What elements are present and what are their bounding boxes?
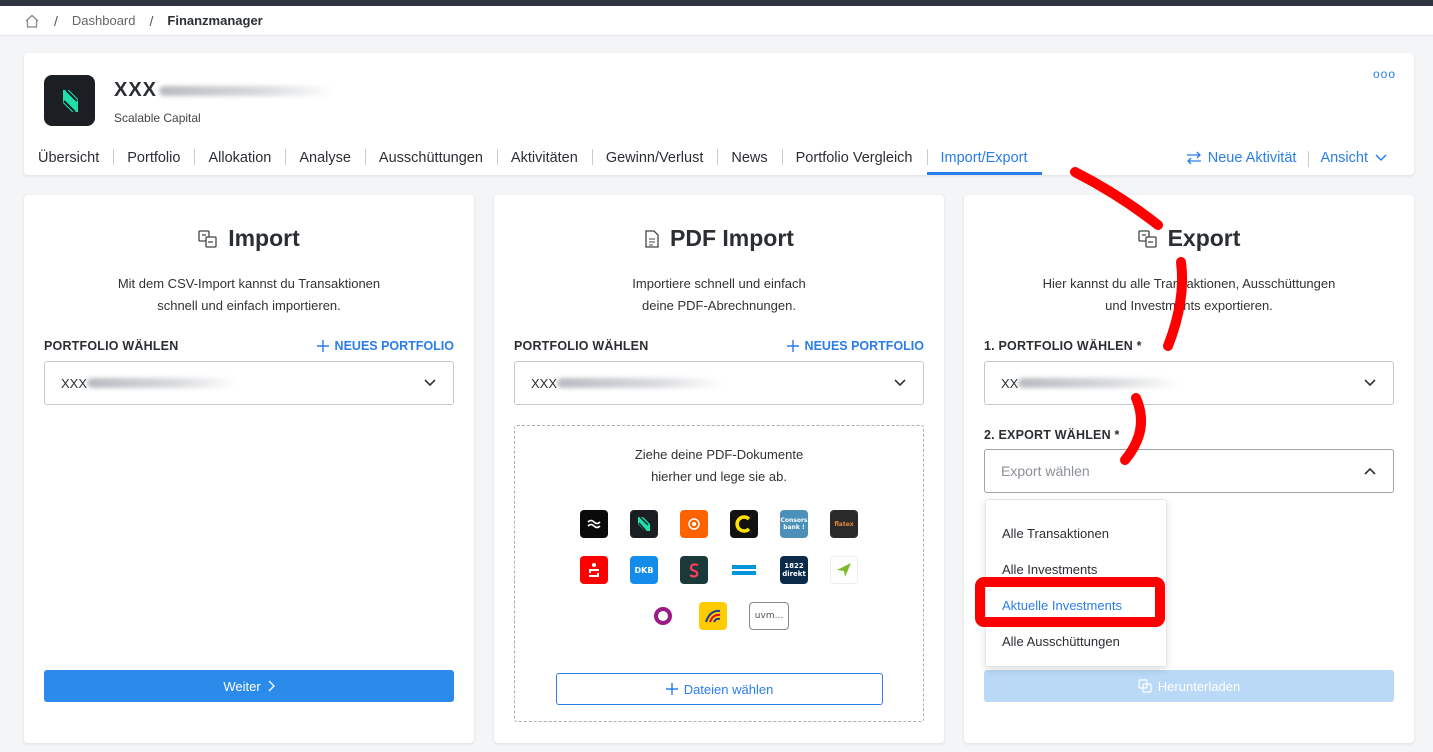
- swap-icon: [1186, 151, 1201, 165]
- export-portfolio-select[interactable]: XX: [984, 361, 1394, 405]
- chevron-up-icon: [1364, 467, 1376, 475]
- view-button[interactable]: Ansicht: [1308, 150, 1400, 167]
- view-label: Ansicht: [1320, 150, 1368, 166]
- export-portfolio-label: 1. PORTFOLIO WÄHLEN *: [984, 339, 1142, 353]
- pdf-portfolio-select[interactable]: XXX: [514, 361, 924, 405]
- redacted-text: [159, 85, 335, 96]
- chevron-down-icon: [894, 379, 906, 387]
- import-panel: Import Mit dem CSV-Import kannst du Tran…: [24, 195, 474, 743]
- smartbroker-icon: [680, 556, 708, 584]
- tab-portfolio-vergleich[interactable]: Portfolio Vergleich: [781, 141, 927, 175]
- scalable-capital-icon: [630, 510, 658, 538]
- consorsbank-icon: Consors bank !: [780, 510, 808, 538]
- scalable-capital-logo: [44, 75, 95, 126]
- flatex-icon: flatex: [830, 510, 858, 538]
- redacted-text: [87, 378, 238, 388]
- chevron-right-icon: [268, 680, 275, 692]
- tab-allokation[interactable]: Allokation: [194, 141, 285, 175]
- broker-logos: Consors bank ! flatex DKB 1822 direkt uv…: [515, 510, 923, 630]
- postbank-icon: [699, 602, 727, 630]
- import-new-portfolio-link[interactable]: NEUES PORTFOLIO: [316, 339, 454, 353]
- weiter-button[interactable]: Weiter: [44, 670, 454, 702]
- export-panel: Export Hier kannst du alle Transaktionen…: [964, 195, 1414, 743]
- export-description: Hier kannst du alle Transaktionen, Aussc…: [1042, 276, 1336, 313]
- tab-news[interactable]: News: [717, 141, 781, 175]
- new-activity-button[interactable]: Neue Aktivität: [1174, 150, 1309, 166]
- import-description: Mit dem CSV-Import kannst du Transaktion…: [117, 276, 381, 313]
- chevron-down-icon: [1375, 154, 1387, 162]
- export-type-label: 2. EXPORT WÄHLEN *: [984, 428, 1120, 442]
- comdirect-icon: [730, 556, 758, 584]
- more-options-button[interactable]: ooo: [1373, 67, 1396, 81]
- tab-portfolio[interactable]: Portfolio: [113, 141, 194, 175]
- dkb-icon: DKB: [630, 556, 658, 584]
- download-button[interactable]: Herunterladen: [984, 670, 1394, 702]
- option-alle-transaktionen[interactable]: Alle Transaktionen: [986, 515, 1166, 551]
- breadcrumb: / Dashboard / Finanzmanager: [0, 6, 1433, 36]
- 1822-direkt-icon: 1822 direkt: [780, 556, 808, 584]
- chevron-down-icon: [1364, 379, 1376, 387]
- import-portfolio-label: PORTFOLIO WÄHLEN: [44, 339, 179, 353]
- tab-gewinn-verlust[interactable]: Gewinn/Verlust: [591, 141, 718, 175]
- pdf-import-title: PDF Import: [494, 225, 944, 252]
- ing-lion-icon: [680, 510, 708, 538]
- plus-icon: [665, 683, 678, 695]
- redacted-text: [557, 378, 723, 388]
- import-portfolio-select[interactable]: XXX: [44, 361, 454, 405]
- plus-icon: [786, 340, 799, 352]
- tab-analyse[interactable]: Analyse: [285, 141, 365, 175]
- chevron-down-icon: [424, 379, 436, 387]
- tab-bar: Übersicht Portfolio Allokation Analyse A…: [24, 141, 1042, 175]
- download-icon: [1138, 679, 1152, 693]
- export-type-select[interactable]: Export wählen: [984, 449, 1394, 493]
- more-brokers-label: uvm...: [749, 602, 789, 630]
- pdf-file-icon: [645, 229, 659, 248]
- tab-aktivitaeten[interactable]: Aktivitäten: [496, 141, 592, 175]
- portfolio-header: XXX Scalable Capital ooo Übersicht Portf…: [24, 53, 1414, 175]
- redacted-text: [1018, 378, 1179, 388]
- option-aktuelle-investments[interactable]: Aktuelle Investments: [986, 587, 1166, 623]
- choose-files-button[interactable]: Dateien wählen: [556, 673, 883, 705]
- import-icon: [198, 229, 217, 248]
- pdf-import-description: Importiere schnell und einfach deine PDF…: [632, 276, 806, 313]
- pdf-portfolio-label: PORTFOLIO WÄHLEN: [514, 339, 649, 353]
- portfolio-broker: Scalable Capital: [114, 111, 201, 125]
- trade-republic-icon: [580, 510, 608, 538]
- tab-import-export[interactable]: Import/Export: [926, 141, 1042, 175]
- tab-ausschuettungen[interactable]: Ausschüttungen: [364, 141, 497, 175]
- pdf-import-panel: PDF Import Importiere schnell und einfac…: [494, 195, 944, 743]
- import-title: Import: [24, 225, 474, 252]
- onvista-icon: [830, 556, 858, 584]
- sparkasse-icon: [580, 556, 608, 584]
- pdf-dropzone[interactable]: Ziehe deine PDF-Dokumente hierher und le…: [514, 425, 924, 722]
- export-type-dropdown: Alle Transaktionen Alle Investments Aktu…: [985, 499, 1167, 667]
- breadcrumb-dashboard[interactable]: Dashboard: [72, 13, 136, 28]
- portfolio-name: XXX: [114, 79, 335, 102]
- home-icon[interactable]: [24, 13, 40, 29]
- o-broker-icon: [649, 602, 677, 630]
- option-alle-investments[interactable]: Alle Investments: [986, 551, 1166, 587]
- new-activity-label: Neue Aktivität: [1207, 150, 1297, 166]
- consorsbank-c-icon: [730, 510, 758, 538]
- export-icon: [1137, 229, 1157, 248]
- pdf-new-portfolio-link[interactable]: NEUES PORTFOLIO: [786, 339, 924, 353]
- tab-uebersicht[interactable]: Übersicht: [24, 141, 113, 175]
- dropzone-text: Ziehe deine PDF-Dokumente hierher und le…: [634, 447, 804, 484]
- export-title: Export: [964, 225, 1414, 252]
- breadcrumb-current: Finanzmanager: [167, 13, 263, 28]
- option-alle-ausschuettungen[interactable]: Alle Ausschüttungen: [986, 623, 1166, 659]
- plus-icon: [316, 340, 329, 352]
- tab-actions: Neue Aktivität Ansicht: [1174, 141, 1400, 175]
